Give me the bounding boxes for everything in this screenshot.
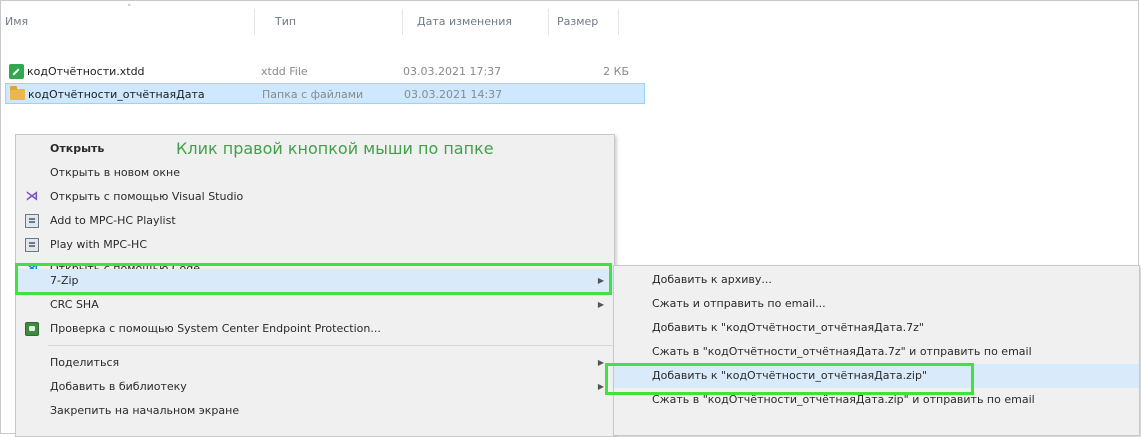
folder-row-selected[interactable]: кодОтчётности_отчётнаяДата Папка с файла…	[5, 83, 645, 104]
submenu-item-compress-email[interactable]: Сжать и отправить по email...	[614, 292, 1139, 316]
menu-item-add-to-library[interactable]: Добавить в библиотеку ▶	[16, 375, 614, 399]
xtdd-file-icon	[9, 64, 24, 79]
explorer-window: ˄ Имя Тип Дата изменения Размер кодОтчёт…	[0, 0, 1140, 437]
menu-item-label: Проверка с помощью System Center Endpoin…	[50, 322, 381, 335]
submenu-item-label: Добавить к "кодОтчётности_отчётнаяДата.7…	[652, 321, 924, 334]
menu-item-label: Открыть в новом окне	[50, 166, 181, 179]
menu-separator	[48, 345, 612, 346]
menu-item-share[interactable]: Поделиться ▶	[16, 351, 614, 375]
submenu-item-label: Сжать в "кодОтчётности_отчётнаяДата.7z" …	[652, 345, 1032, 358]
menu-item-open-new-window[interactable]: Открыть в новом окне	[16, 161, 614, 185]
submenu-item-label: Сжать и отправить по email...	[652, 297, 826, 310]
menu-item-label: Add to MPC-HC Playlist	[50, 214, 176, 227]
mpc-hc-icon	[25, 214, 39, 228]
submenu-item-add-to-archive[interactable]: Добавить к архиву...	[614, 268, 1139, 292]
column-header-type[interactable]: Тип	[263, 9, 403, 35]
mpc-hc-icon	[25, 238, 39, 252]
menu-item-endpoint-scan[interactable]: Проверка с помощью System Center Endpoin…	[16, 317, 614, 341]
menu-item-add-mpc-playlist[interactable]: Add to MPC-HC Playlist	[16, 209, 614, 233]
menu-item-label: Закрепить на начальном экране	[50, 404, 240, 417]
file-type: xtdd File	[261, 65, 308, 78]
submenu-item-label: Добавить к архиву...	[652, 273, 772, 286]
submenu-arrow-icon: ▶	[597, 276, 604, 285]
submenu-item-label: Сжать в "кодОтчётности_отчётнаяДата.zip"…	[652, 393, 1035, 406]
menu-item-label: Добавить в библиотеку	[50, 380, 187, 393]
menu-item-play-mpc[interactable]: Play with MPC-HC	[16, 233, 614, 257]
menu-item-7zip[interactable]: 7-Zip ▶	[16, 269, 614, 293]
menu-item-label: Открыть с помощью Visual Studio	[50, 190, 244, 203]
column-header-date[interactable]: Дата изменения	[403, 9, 549, 35]
submenu-7zip: Добавить к архиву... Сжать и отправить п…	[613, 265, 1140, 436]
annotation-caption: Клик правой кнопкой мыши по папке	[176, 139, 494, 158]
submenu-arrow-icon: ▶	[597, 382, 604, 391]
endpoint-protection-icon	[25, 322, 39, 336]
file-row[interactable]: кодОтчётности.xtdd xtdd File 03.03.2021 …	[5, 61, 645, 82]
file-size: 2 КБ	[603, 65, 629, 78]
submenu-item-add-zip[interactable]: Добавить к "кодОтчётности_отчётнаяДата.z…	[614, 364, 1139, 388]
submenu-item-label: Добавить к "кодОтчётности_отчётнаяДата.z…	[652, 369, 928, 382]
file-date: 03.03.2021 17:37	[403, 65, 502, 78]
menu-item-crc-sha[interactable]: CRC SHA ▶	[16, 293, 614, 317]
submenu-item-add-7z[interactable]: Добавить к "кодОтчётности_отчётнаяДата.7…	[614, 316, 1139, 340]
menu-item-label: 7-Zip	[50, 274, 79, 287]
folder-type: Папка с файлами	[262, 88, 364, 101]
menu-item-label: Play with MPC-HC	[50, 238, 147, 251]
column-header-name[interactable]: Имя	[1, 9, 255, 35]
column-header-size[interactable]: Размер	[549, 9, 619, 35]
file-name: кодОтчётности.xtdd	[27, 65, 145, 78]
submenu-arrow-icon: ▶	[597, 300, 604, 309]
visual-studio-icon: ⋊	[25, 189, 39, 204]
submenu-item-compress-zip-email[interactable]: Сжать в "кодОтчётности_отчётнаяДата.zip"…	[614, 388, 1139, 412]
menu-item-pin-start[interactable]: Закрепить на начальном экране	[16, 399, 614, 423]
submenu-arrow-icon: ▶	[597, 358, 604, 367]
submenu-item-compress-7z-email[interactable]: Сжать в "кодОтчётности_отчётнаяДата.7z" …	[614, 340, 1139, 364]
column-header-row: ˄ Имя Тип Дата изменения Размер	[1, 1, 651, 35]
menu-item-open-visual-studio[interactable]: ⋊ Открыть с помощью Visual Studio	[16, 185, 614, 209]
folder-name: кодОтчётности_отчётнаяДата	[28, 88, 205, 101]
context-menu: Открыть Открыть в новом окне ⋊ Открыть с…	[15, 134, 615, 437]
menu-item-label: CRC SHA	[50, 298, 99, 311]
folder-icon	[10, 86, 25, 100]
folder-date: 03.03.2021 14:37	[404, 88, 503, 101]
menu-item-label: Поделиться	[50, 356, 120, 369]
menu-item-label: Открыть	[50, 142, 105, 155]
